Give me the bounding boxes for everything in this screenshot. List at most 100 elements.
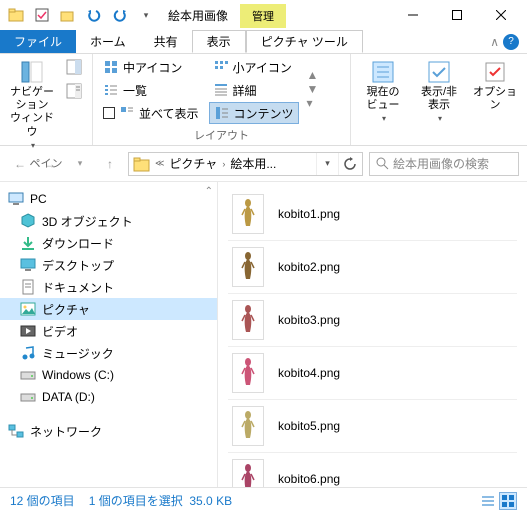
file-name: kobito1.png [278, 207, 340, 221]
file-item[interactable]: kobito3.png [228, 294, 517, 347]
manage-context-tab[interactable]: 管理 [240, 4, 286, 28]
tree-chevron-icon[interactable]: ⌃ [205, 186, 213, 197]
navigation-row: ← → ▾ ↑ ≪ ピクチャ › 絵本用... ▾ 絵本用画像の検索 [0, 146, 527, 182]
pc-icon [8, 191, 24, 207]
status-selection: 1 個の項目を選択 35.0 KB [89, 492, 232, 509]
tree-c-drive[interactable]: Windows (C:) [0, 364, 217, 386]
folder-icon [133, 155, 151, 173]
tree-videos[interactable]: ビデオ [0, 320, 217, 342]
tree-pictures[interactable]: ピクチャ [0, 298, 217, 320]
undo-icon[interactable] [82, 3, 106, 27]
close-button[interactable] [479, 0, 523, 30]
tab-file[interactable]: ファイル [0, 30, 76, 53]
layout-scroll-up[interactable]: ▲ [307, 68, 319, 82]
small-icons-button[interactable]: 小アイコン [209, 56, 299, 78]
file-thumbnail [232, 459, 264, 487]
file-name: kobito6.png [278, 472, 340, 486]
file-item[interactable]: kobito1.png [228, 188, 517, 241]
navigation-pane-button[interactable]: ナビゲーション ウィンドウ ▾ [6, 56, 58, 154]
file-thumbnail [232, 300, 264, 340]
file-name: kobito3.png [278, 313, 340, 327]
cube-icon [20, 213, 36, 229]
tree-pc[interactable]: PC [0, 188, 217, 210]
tree-documents[interactable]: ドキュメント [0, 276, 217, 298]
address-bar[interactable]: ≪ ピクチャ › 絵本用... ▾ [128, 152, 363, 176]
folder-icon[interactable] [4, 3, 28, 27]
navigation-pane[interactable]: ⌃ PC 3D オブジェクト ダウンロード デスクトップ ドキュメント ピクチャ… [0, 182, 218, 487]
music-icon [20, 345, 36, 361]
layout-gallery-more[interactable]: ▾ [307, 96, 319, 110]
show-hide-button[interactable]: 表示/非 表示▾ [413, 56, 465, 127]
file-thumbnail [232, 353, 264, 393]
contents-button[interactable]: コンテンツ [209, 102, 299, 124]
title-bar: ▾ 絵本用画像 管理 [0, 0, 527, 30]
up-button[interactable]: ↑ [98, 152, 122, 176]
tree-music[interactable]: ミュージック [0, 342, 217, 364]
desktop-icon [20, 257, 36, 273]
recent-dropdown[interactable]: ▾ [68, 152, 92, 176]
details-button[interactable]: 詳細 [209, 79, 299, 101]
back-button[interactable]: ← [8, 152, 32, 176]
details-pane-button[interactable] [62, 80, 86, 102]
details-view-button[interactable] [479, 492, 497, 510]
refresh-button[interactable] [338, 153, 360, 175]
large-icons-view-button[interactable] [499, 492, 517, 510]
list-button[interactable]: 一覧 [99, 79, 203, 101]
tree-network[interactable]: ネットワーク [0, 420, 217, 442]
tiles-button[interactable]: 並べて表示 [99, 102, 203, 124]
drive-icon [20, 389, 36, 405]
ribbon-collapse[interactable]: ∧? [482, 30, 527, 53]
file-name: kobito4.png [278, 366, 340, 380]
help-icon: ? [503, 34, 519, 50]
tab-view[interactable]: 表示 [192, 30, 246, 53]
quick-access-toolbar: ▾ [4, 3, 158, 27]
document-icon [20, 279, 36, 295]
medium-icons-button[interactable]: 中アイコン [99, 56, 203, 78]
current-view-button[interactable]: 現在の ビュー▾ [357, 56, 409, 127]
tab-home[interactable]: ホーム [76, 30, 140, 53]
pictures-icon [20, 301, 36, 317]
search-icon [376, 157, 389, 170]
group-layout: 中アイコン 小アイコン 一覧 詳細 並べて表示 コンテンツ ▲ ▼ ▾ レイアウ… [93, 54, 351, 145]
maximize-button[interactable] [435, 0, 479, 30]
properties-icon[interactable] [30, 3, 54, 27]
file-name: kobito5.png [278, 419, 340, 433]
tab-share[interactable]: 共有 [140, 30, 192, 53]
minimize-button[interactable] [391, 0, 435, 30]
layout-scroll-down[interactable]: ▼ [307, 82, 319, 96]
download-icon [20, 235, 36, 251]
file-thumbnail [232, 406, 264, 446]
tree-3d-objects[interactable]: 3D オブジェクト [0, 210, 217, 232]
preview-pane-button[interactable] [62, 56, 86, 78]
tree-d-drive[interactable]: DATA (D:) [0, 386, 217, 408]
file-item[interactable]: kobito5.png [228, 400, 517, 453]
tree-desktop[interactable]: デスクトップ [0, 254, 217, 276]
redo-icon[interactable] [108, 3, 132, 27]
new-folder-icon[interactable] [56, 3, 80, 27]
address-dropdown[interactable]: ▾ [316, 153, 338, 175]
ribbon: ナビゲーション ウィンドウ ▾ ペイン 中アイコン 小アイコン 一覧 詳細 並べ… [0, 54, 527, 146]
file-item[interactable]: kobito6.png [228, 453, 517, 487]
search-box[interactable]: 絵本用画像の検索 [369, 152, 519, 176]
group-right: 現在の ビュー▾ 表示/非 表示▾ オプション [351, 54, 527, 145]
tab-picture-tools[interactable]: ピクチャ ツール [246, 30, 363, 53]
status-item-count: 12 個の項目 [10, 492, 75, 509]
window-title: 絵本用画像 [168, 7, 228, 24]
forward-button[interactable]: → [38, 152, 62, 176]
video-icon [20, 323, 36, 339]
ribbon-tabs: ファイル ホーム 共有 表示 ピクチャ ツール ∧? [0, 30, 527, 54]
breadcrumb-segment[interactable]: 絵本用... [227, 153, 279, 174]
network-icon [8, 423, 24, 439]
group-pane: ナビゲーション ウィンドウ ▾ ペイン [0, 54, 93, 145]
explorer-body: ⌃ PC 3D オブジェクト ダウンロード デスクトップ ドキュメント ピクチャ… [0, 182, 527, 487]
file-thumbnail [232, 194, 264, 234]
options-button[interactable]: オプション [469, 56, 521, 116]
file-list[interactable]: kobito1.png kobito2.png kobito3.png kobito4… [218, 182, 527, 487]
tree-downloads[interactable]: ダウンロード [0, 232, 217, 254]
qat-dropdown-icon[interactable]: ▾ [134, 3, 158, 27]
file-thumbnail [232, 247, 264, 287]
file-name: kobito2.png [278, 260, 340, 274]
file-item[interactable]: kobito4.png [228, 347, 517, 400]
file-item[interactable]: kobito2.png [228, 241, 517, 294]
breadcrumb-segment[interactable]: ピクチャ [166, 153, 220, 174]
